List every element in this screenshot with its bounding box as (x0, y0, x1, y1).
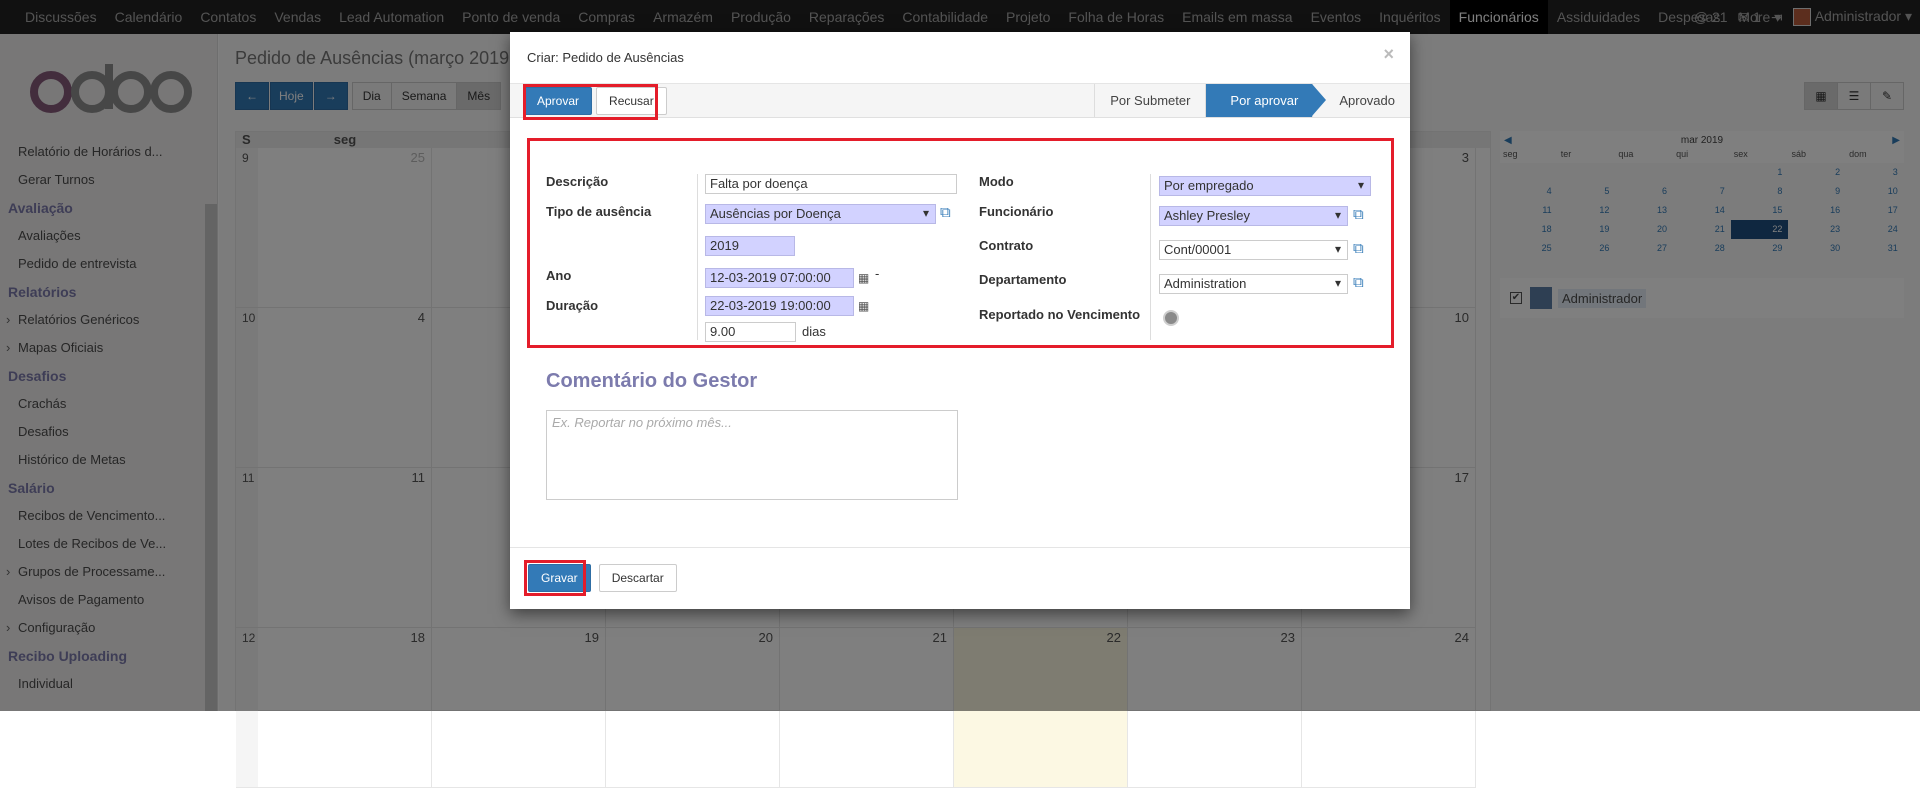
tipo-label: Tipo de ausência (546, 204, 652, 219)
duracao-separator: - (875, 266, 880, 281)
reportado-toggle[interactable] (1163, 310, 1179, 326)
left-column-divider (697, 174, 698, 340)
statusbar-actions: Aprovar Recusar (524, 87, 667, 115)
stage-draft[interactable]: Por Submeter (1094, 84, 1205, 117)
duracao-label: Duração (546, 298, 599, 313)
descricao-field[interactable]: Falta por doença (705, 174, 957, 194)
close-icon[interactable]: × (1383, 44, 1394, 65)
funcionario-label: Funcionário (979, 204, 1054, 219)
dialog-footer: Gravar Descartar (510, 547, 1410, 609)
contrato-select[interactable]: Cont/00001 (1159, 240, 1348, 260)
calendar-start-icon[interactable]: ▦ (858, 271, 869, 285)
dialog-header: Criar: Pedido de Ausências × (510, 32, 1410, 84)
duracao-days-field[interactable]: 9.00 (705, 322, 796, 342)
refuse-button[interactable]: Recusar (596, 87, 667, 115)
duracao-end-field[interactable]: 22-03-2019 19:00:00 (705, 296, 854, 316)
right-column-divider (1150, 174, 1151, 340)
departamento-label: Departamento (979, 272, 1067, 287)
modo-label: Modo (979, 174, 1014, 189)
stage-approved[interactable]: Aprovado (1312, 84, 1410, 117)
save-button[interactable]: Gravar (528, 564, 591, 592)
dialog-title: Criar: Pedido de Ausências (527, 50, 684, 65)
departamento-external-link-icon[interactable]: ⧉ (1353, 275, 1369, 291)
descricao-label: Descrição (546, 174, 609, 189)
funcionario-select[interactable]: Ashley Presley (1159, 206, 1348, 226)
stage-to-approve[interactable]: Por aprovar (1205, 84, 1327, 117)
comment-section-title: Comentário do Gestor (546, 370, 758, 392)
reportado-label: Reportado no Vencimento (979, 307, 1141, 322)
modo-select[interactable]: Por empregado (1159, 176, 1371, 196)
manager-comment-textarea[interactable]: Ex. Reportar no próximo mês... (546, 410, 958, 500)
duracao-start-field[interactable]: 12-03-2019 07:00:00 (705, 268, 854, 288)
leave-request-dialog: Criar: Pedido de Ausências × Aprovar Rec… (510, 32, 1410, 609)
tipo-external-link-icon[interactable]: ⧉ (940, 205, 956, 221)
departamento-select[interactable]: Administration (1159, 274, 1348, 294)
approve-button[interactable]: Aprovar (524, 87, 593, 115)
discard-button[interactable]: Descartar (598, 564, 677, 592)
ano-label: Ano (546, 268, 572, 283)
stage-pipeline: Por Submeter Por aprovar Aprovado (1094, 84, 1410, 117)
funcionario-external-link-icon[interactable]: ⧉ (1353, 207, 1369, 223)
calendar-end-icon[interactable]: ▦ (858, 299, 869, 313)
duracao-days-unit: dias (802, 324, 826, 339)
contrato-external-link-icon[interactable]: ⧉ (1353, 241, 1369, 257)
contrato-label: Contrato (979, 238, 1034, 253)
tipo-ausencia-select[interactable]: Ausências por Doença (705, 204, 936, 224)
footer-actions: Gravar Descartar (528, 564, 677, 592)
form-statusbar: Aprovar Recusar Por Submeter Por aprovar… (510, 84, 1410, 118)
ano-field[interactable]: 2019 (705, 236, 795, 256)
